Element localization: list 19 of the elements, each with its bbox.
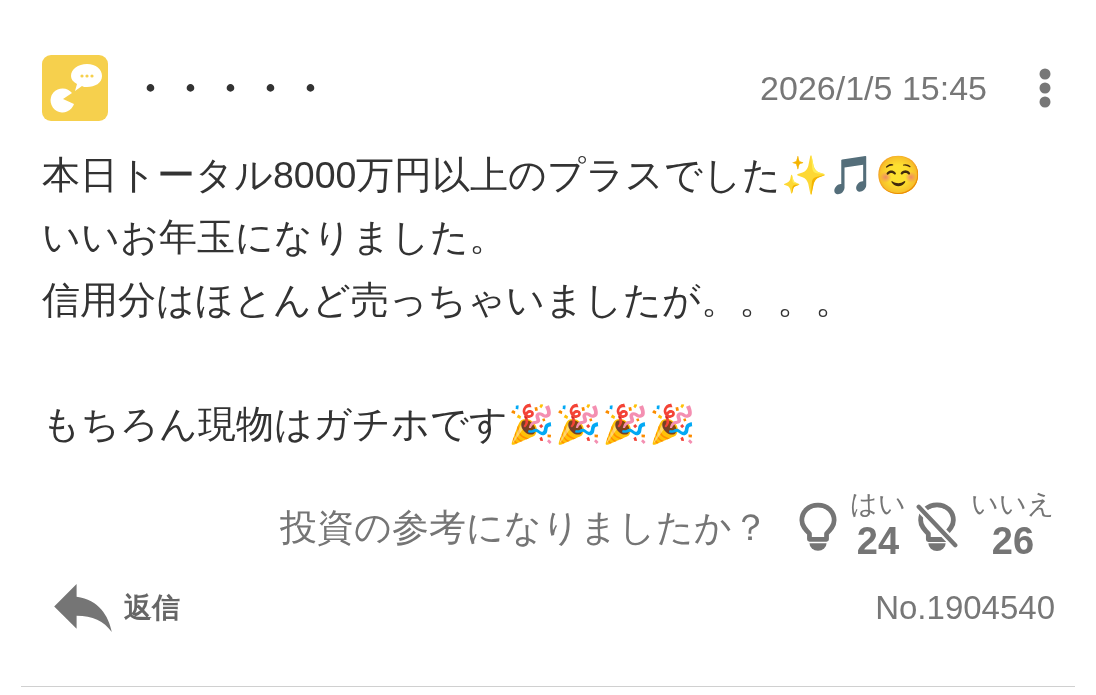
post-text-line: 本日トータル8000万円以上のプラスでした✨🎵☺ <box>42 152 923 198</box>
post-timestamp: 2026/1/5 15:45 <box>760 71 987 105</box>
post-text-line: もちろん現物はガチホです🎉🎉🎉🎉 <box>42 402 696 448</box>
crossed-out-lightbulb-icon[interactable] <box>915 502 959 552</box>
reply-arrow-icon <box>54 584 112 632</box>
vote-count: 24 <box>856 520 900 565</box>
post-number: No.1904540 <box>875 589 1055 627</box>
more-options-button[interactable] <box>1039 68 1051 108</box>
post-text-line: 信用分はほとんど売っちゃいましたが。。。。 <box>42 277 853 323</box>
reply-button[interactable]: 返信 <box>54 584 180 632</box>
speech-bubble-avatar-icon <box>42 55 108 121</box>
feedback-question: 投資の参考になりましたか？ <box>280 506 769 550</box>
vote-label: はい <box>850 487 906 521</box>
vote-count: 26 <box>991 520 1035 565</box>
post-text-line: いいお年玉になりました。 <box>42 215 507 261</box>
author-name: ・・・・・ <box>130 68 330 108</box>
vote-label: いいえ <box>971 487 1055 521</box>
more-options-icon <box>1039 68 1051 108</box>
lightbulb-icon[interactable] <box>799 502 837 552</box>
